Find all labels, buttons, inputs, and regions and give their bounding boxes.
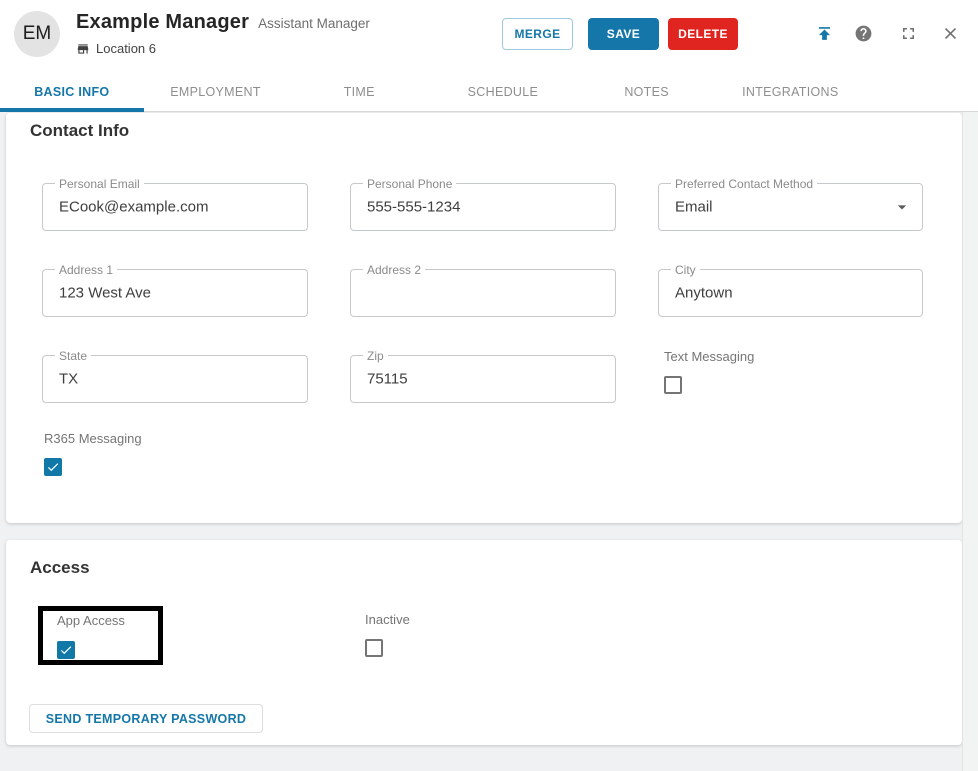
delete-button[interactable]: DELETE: [668, 18, 738, 50]
address-2-field[interactable]: Address 2: [350, 263, 616, 317]
r365-messaging-checkbox[interactable]: [44, 458, 62, 476]
city-label: City: [671, 263, 700, 277]
zip-value: 75115: [367, 370, 408, 388]
address-1-value: 123 West Ave: [59, 284, 152, 302]
page-title: Example Manager: [76, 11, 250, 33]
state-value: TX: [59, 370, 79, 388]
scrollbar[interactable]: [962, 112, 978, 771]
tab-bar: BASIC INFO EMPLOYMENT TIME SCHEDULE NOTES INT…: [0, 72, 978, 112]
send-temporary-password-button[interactable]: SEND TEMPORARY PASSWORD: [29, 704, 263, 733]
r365-messaging-group: R365 Messaging: [44, 431, 142, 476]
state-field[interactable]: State TX: [42, 349, 308, 403]
text-messaging-checkbox[interactable]: [664, 376, 682, 394]
personal-phone-value: 555-555-1234: [367, 198, 461, 216]
city-value: Anytown: [675, 284, 733, 302]
address-1-label: Address 1: [55, 263, 118, 277]
tab-notes[interactable]: NOTES: [575, 72, 719, 111]
upload-icon[interactable]: [815, 24, 834, 43]
state-label: State: [55, 349, 92, 363]
preferred-contact-method-select[interactable]: Preferred Contact Method Email: [658, 177, 923, 231]
zip-field[interactable]: Zip 75115: [350, 349, 616, 403]
app-access-group: App Access: [43, 611, 158, 659]
tab-integrations[interactable]: INTEGRATIONS: [718, 72, 862, 111]
merge-button[interactable]: MERGE: [502, 18, 573, 50]
app-access-label: App Access: [57, 613, 125, 628]
city-field[interactable]: City Anytown: [658, 263, 923, 317]
personal-email-value: ECook@example.com: [59, 198, 209, 216]
tab-schedule[interactable]: SCHEDULE: [431, 72, 575, 111]
tab-employment[interactable]: EMPLOYMENT: [144, 72, 288, 111]
caret-down-icon: [897, 205, 907, 210]
help-icon[interactable]: [854, 24, 873, 43]
checkmark-icon: [60, 646, 72, 655]
app-access-highlight-box: App Access: [38, 606, 163, 665]
tab-basic-info[interactable]: BASIC INFO: [0, 72, 144, 112]
personal-email-field[interactable]: Personal Email ECook@example.com: [42, 177, 308, 231]
text-messaging-label: Text Messaging: [664, 349, 755, 364]
fullscreen-icon[interactable]: [899, 24, 918, 43]
text-messaging-group: Text Messaging: [664, 349, 754, 394]
store-icon: [77, 43, 89, 54]
personal-phone-label: Personal Phone: [363, 177, 457, 191]
save-button[interactable]: SAVE: [588, 18, 659, 50]
contact-info-heading: Contact Info: [30, 121, 130, 140]
tab-time[interactable]: TIME: [287, 72, 431, 111]
close-icon[interactable]: [941, 24, 960, 43]
address-2-label: Address 2: [363, 263, 426, 277]
preferred-contact-method-value: Email: [675, 198, 713, 216]
preferred-contact-method-label: Preferred Contact Method: [671, 177, 818, 191]
inactive-checkbox[interactable]: [365, 639, 383, 657]
checkmark-icon: [47, 463, 59, 472]
r365-messaging-label: R365 Messaging: [44, 431, 142, 446]
access-card: Access App Access Inactive SEND TEMPORAR…: [6, 540, 962, 745]
personal-email-label: Personal Email: [55, 177, 144, 191]
header: EM Example Manager Assistant Manager Loc…: [0, 0, 978, 72]
contact-info-card: Contact Info Personal Email ECook@exampl…: [6, 113, 962, 523]
zip-label: Zip: [363, 349, 388, 363]
access-heading: Access: [30, 558, 90, 577]
employee-record-window: EM Example Manager Assistant Manager Loc…: [0, 0, 978, 771]
avatar-initials: EM: [22, 23, 52, 44]
location-row: Location 6: [76, 41, 370, 56]
address-1-field[interactable]: Address 1 123 West Ave: [42, 263, 308, 317]
location-label: Location 6: [96, 41, 156, 56]
inactive-group: Inactive: [365, 612, 410, 657]
inactive-label: Inactive: [365, 612, 410, 627]
job-title-label: Assistant Manager: [258, 16, 370, 31]
title-block: Example Manager Assistant Manager Locati…: [76, 11, 370, 56]
avatar: EM: [14, 11, 60, 57]
personal-phone-field[interactable]: Personal Phone 555-555-1234: [350, 177, 616, 231]
app-access-checkbox[interactable]: [57, 641, 75, 659]
